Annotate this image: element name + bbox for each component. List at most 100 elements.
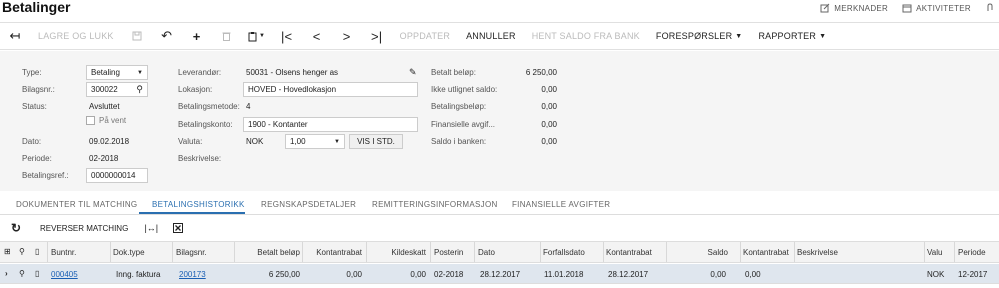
rate-select[interactable]: 1,00 ▼ [285,134,345,149]
export-excel-button[interactable] [166,219,190,237]
tab-remittance-info[interactable]: REMITTERINGSINFORMASJON [372,200,498,209]
account-value: 1900 - Kontanter [248,120,308,129]
payref-input[interactable]: 0000000014 [86,168,148,183]
chevron-down-icon: ▼ [334,138,340,145]
col-balance[interactable]: Saldo [668,248,728,257]
prev-record-button[interactable]: < [302,23,332,49]
tab-bar: DOKUMENTER TIL MATCHING BETALINGSHISTORI… [0,196,999,215]
save-close-button[interactable]: LAGRE OG LUKK [30,23,122,49]
fit-columns-button[interactable]: |↔| [136,219,166,237]
pencil-icon[interactable]: ✎ [409,67,417,78]
first-record-button[interactable]: |< [272,23,302,49]
col-doc-type[interactable]: Dok.type [113,248,145,257]
col-amount-paid[interactable]: Betalt beløp [236,248,300,257]
tab-documents-to-match[interactable]: DOKUMENTER TIL MATCHING [16,200,137,209]
location-value: HOVED - Hovedlokasjon [248,85,337,94]
view-base-label: VIS I STD. [357,137,395,146]
unapplied-label: Ikke utlignet saldo: [431,85,498,94]
type-select[interactable]: Betaling ▼ [86,65,148,80]
date-value[interactable]: 09.02.2018 [89,137,129,146]
paperclip-icon[interactable]: ⚲ [19,269,25,278]
row-selector-icon[interactable]: › [5,269,8,278]
account-input[interactable]: 1900 - Kontanter [243,117,418,132]
col-currency[interactable]: Valu [927,248,942,257]
cell-ref-nbr[interactable]: 200173 [179,270,206,279]
caret-down-icon: ▼ [819,32,827,40]
delete-button[interactable] [212,23,242,49]
refnr-input[interactable]: 300022 ⚲ [86,82,148,97]
trash-icon [222,32,231,41]
tab-payment-history[interactable]: BETALINGSHISTORIKK [152,200,245,209]
save-icon [132,31,142,41]
column-divider [234,242,235,262]
note-icon[interactable]: ▯ [35,269,39,278]
column-divider [666,242,667,262]
save-button[interactable] [122,23,152,49]
cell-cash-discount-date: 28.12.2017 [608,270,649,279]
col-post-period[interactable]: Posterin [434,248,463,257]
undo-button[interactable]: ↶ [152,23,182,49]
view-base-button[interactable]: VIS I STD. [349,134,403,149]
column-divider [794,242,795,262]
note-col-icon: ▯ [35,247,40,256]
cell-batch-nbr[interactable]: 000405 [51,270,78,279]
paid-label: Betalt beløp: [431,68,476,77]
reverse-matching-button[interactable]: REVERSER MATCHING [32,219,136,237]
fit-width-icon: |↔| [144,223,159,233]
search-icon: ⚲ [136,84,143,94]
attachment-col-icon: ⚲ [19,247,25,256]
reports-menu[interactable]: RAPPORTER ▼ [750,23,834,49]
fin-charges-label: Finansielle avgif... [431,120,496,129]
caret-down-icon: ▼ [735,32,743,40]
grid-header: ⊞ ⚲ ▯ Buntnr. Dok.type Bilagsnr. Betalt … [0,241,999,263]
col-batch-nbr[interactable]: Buntnr. [51,248,76,257]
last-record-button[interactable]: >| [362,23,392,49]
cell-currency: NOK [927,270,945,279]
period-value[interactable]: 02-2018 [89,154,118,163]
col-cash-discount[interactable]: Kontantrabat [304,248,362,257]
vendor-value[interactable]: 50031 - Olsens henger as [246,68,338,77]
cancel-button[interactable]: ANNULLER [458,23,524,49]
cell-cash-discount: 0,00 [346,270,362,279]
refresh-icon: ↻ [10,221,22,235]
col-cash-discount-balance[interactable]: Kontantrabat [743,248,789,257]
grid-toolbar: ↻ REVERSER MATCHING |↔| [0,218,999,238]
main-toolbar: ↤ LAGRE OG LUKK ↶ + ▼ |< < > >| OPPDATER… [0,22,999,50]
col-period[interactable]: Periode [958,248,986,257]
col-description[interactable]: Beskrivelse [797,248,838,257]
col-date[interactable]: Dato [478,248,495,257]
cell-due-date: 11.01.2018 [544,270,584,279]
table-row[interactable]: › ⚲ ▯ 000405 Inng. faktura 200173 6 250,… [0,264,999,284]
col-cash-discount-date[interactable]: Kontantrabat [606,248,652,257]
tab-finance-charges[interactable]: FINANSIELLE AVGIFTER [512,200,610,209]
notes-link[interactable]: MERKNADER [820,3,888,13]
fetch-balance-button[interactable]: HENT SALDO FRA BANK [524,23,648,49]
location-input[interactable]: HOVED - Hovedlokasjon [243,82,418,97]
hold-checkbox[interactable]: På vent [86,116,126,126]
bank-balance-label: Saldo i banken: [431,137,487,146]
grid-settings-icon[interactable]: ⊞ [4,247,11,256]
next-record-button[interactable]: > [332,23,362,49]
calendar-icon [902,4,912,13]
currency-value[interactable]: NOK [246,137,263,146]
inquiries-menu[interactable]: FORESPØRSLER ▼ [648,23,751,49]
column-divider [924,242,925,262]
col-ref-nbr[interactable]: Bilagsnr. [176,248,207,257]
col-due-date[interactable]: Forfallsdato [543,248,585,257]
desc-input[interactable] [243,151,418,166]
method-label: Betalingsmetode: [178,102,240,111]
refresh-button[interactable]: ↻ [0,219,32,237]
copy-paste-button[interactable]: ▼ [242,23,272,49]
back-button[interactable]: ↤ [0,23,30,49]
vendor-label: Leverandør: [178,68,222,77]
col-withholding-tax[interactable]: Kildeskatt [368,248,426,257]
update-button[interactable]: OPPDATER [392,23,458,49]
cell-post-period: 02-2018 [434,270,464,279]
files-link[interactable] [985,3,995,13]
method-value[interactable]: 4 [246,102,250,111]
payref-label: Betalingsref.: [22,171,69,180]
column-divider [172,242,173,262]
add-button[interactable]: + [182,23,212,49]
activities-link[interactable]: AKTIVITETER [902,3,971,13]
tab-accounting-details[interactable]: REGNSKAPSDETALJER [261,200,356,209]
